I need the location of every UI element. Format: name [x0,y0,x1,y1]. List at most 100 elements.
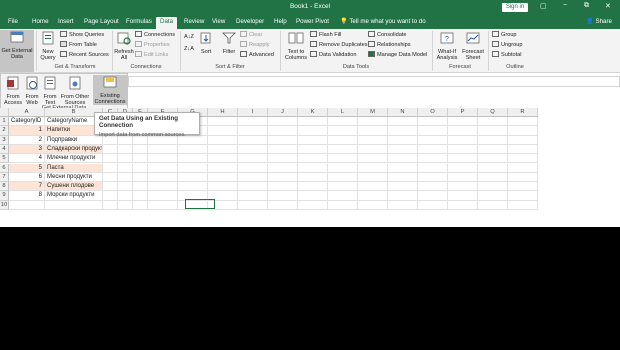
empty-cell[interactable] [478,117,508,127]
empty-cell[interactable] [208,135,238,145]
empty-cell[interactable] [388,135,418,145]
empty-cell[interactable] [508,172,538,183]
cell-name[interactable]: Паста [45,163,103,173]
empty-cell[interactable] [508,182,538,192]
empty-cell[interactable] [358,163,388,173]
empty-cell[interactable] [388,117,418,127]
tab-file[interactable]: File [8,17,18,29]
empty-cell[interactable] [208,117,238,127]
column-header-h[interactable]: H [208,108,238,117]
empty-cell[interactable] [148,172,178,183]
cell-id[interactable]: 8 [9,191,45,201]
edit-links-button[interactable]: Edit Links [135,51,168,60]
empty-cell[interactable] [328,163,358,173]
row-header-1[interactable]: 1 [0,117,9,127]
row-header-6[interactable]: 6 [0,163,9,173]
empty-cell[interactable] [358,182,388,192]
empty-cell[interactable] [133,172,148,183]
empty-cell[interactable] [238,117,268,127]
empty-cell[interactable] [448,117,478,127]
cell-id[interactable]: 4 [9,154,45,164]
row-header-7[interactable]: 7 [0,172,9,183]
empty-cell[interactable] [418,144,448,155]
empty-cell[interactable] [418,200,448,210]
tab-formulas[interactable]: Formulas [126,17,152,29]
column-header-r[interactable]: R [508,108,538,117]
tab-data[interactable]: Data [156,17,178,29]
empty-cell[interactable] [103,191,118,201]
empty-cell[interactable] [133,144,148,155]
empty-cell[interactable] [298,126,328,136]
text-to-columns-button[interactable]: Text to Columns [283,31,309,62]
empty-cell[interactable] [328,200,358,210]
empty-cell[interactable] [208,126,238,136]
empty-cell[interactable] [268,144,298,155]
empty-cell[interactable] [508,126,538,136]
worksheet-grid[interactable]: ABCDEFGHIJKLMNOPQR 12345678910 CategoryI… [0,108,620,227]
empty-cell[interactable] [148,154,178,164]
empty-cell[interactable] [358,144,388,155]
empty-cell[interactable] [478,200,508,210]
empty-cell[interactable] [418,191,448,201]
sign-in-button[interactable]: Sign in [502,3,528,12]
empty-cell[interactable] [508,135,538,145]
empty-cell[interactable] [358,191,388,201]
empty-cell[interactable] [418,163,448,173]
cell-name[interactable]: Морски продукти [45,191,103,201]
sort-button[interactable]: Sort [198,31,214,55]
forecast-sheet-button[interactable]: Forecast Sheet [461,31,485,62]
advanced-button[interactable]: Advanced [240,51,274,60]
select-all-corner[interactable] [0,108,9,117]
empty-cell[interactable] [478,154,508,164]
empty-cell[interactable] [448,135,478,145]
empty-cell[interactable] [358,200,388,210]
empty-cell[interactable] [358,117,388,127]
what-if-analysis-button[interactable]: ? What-If Analysis [434,31,460,62]
empty-cell[interactable] [133,200,148,210]
show-queries-button[interactable]: Show Queries [60,31,104,40]
empty-cell[interactable] [118,144,133,155]
group-button[interactable]: Group [492,31,517,40]
empty-cell[interactable] [448,144,478,155]
formula-bar[interactable] [128,76,620,87]
empty-cell[interactable] [208,154,238,164]
cell-id[interactable]: 6 [9,172,45,183]
row-header-10[interactable]: 10 [0,200,9,210]
empty-cell[interactable] [448,163,478,173]
empty-cell[interactable] [208,182,238,192]
column-header-n[interactable]: N [388,108,418,117]
empty-cell[interactable] [118,200,133,210]
empty-cell[interactable] [298,117,328,127]
empty-cell[interactable] [448,154,478,164]
clear-button[interactable]: Clear [240,31,262,40]
empty-cell[interactable] [268,182,298,192]
sort-za-button[interactable]: Z↓A [184,45,194,54]
empty-cell[interactable] [388,154,418,164]
empty-cell[interactable] [268,126,298,136]
empty-cell[interactable] [298,163,328,173]
empty-cell[interactable] [238,126,268,136]
column-header-a[interactable]: A [9,108,45,117]
empty-cell[interactable] [388,191,418,201]
row-header-4[interactable]: 4 [0,144,9,155]
column-header-k[interactable]: K [298,108,328,117]
empty-cell[interactable] [508,117,538,127]
tab-help[interactable]: Help [274,17,287,29]
ungroup-button[interactable]: Ungroup [492,41,522,50]
reapply-button[interactable]: Reapply [240,41,270,50]
share-button[interactable]: 👤 Share [586,17,612,25]
empty-cell[interactable] [478,172,508,183]
column-header-i[interactable]: I [238,108,268,117]
empty-cell[interactable] [103,163,118,173]
empty-cell[interactable] [178,163,208,173]
from-text-button[interactable]: From Text [41,76,59,107]
empty-cell[interactable] [328,144,358,155]
empty-cell[interactable] [118,191,133,201]
empty-cell[interactable] [478,163,508,173]
empty-cell[interactable] [298,154,328,164]
cell-name[interactable]: Млечни продукти [45,154,103,164]
tab-view[interactable]: View [212,17,225,29]
empty-cell[interactable] [388,144,418,155]
empty-cell[interactable] [418,126,448,136]
empty-cell[interactable] [298,200,328,210]
